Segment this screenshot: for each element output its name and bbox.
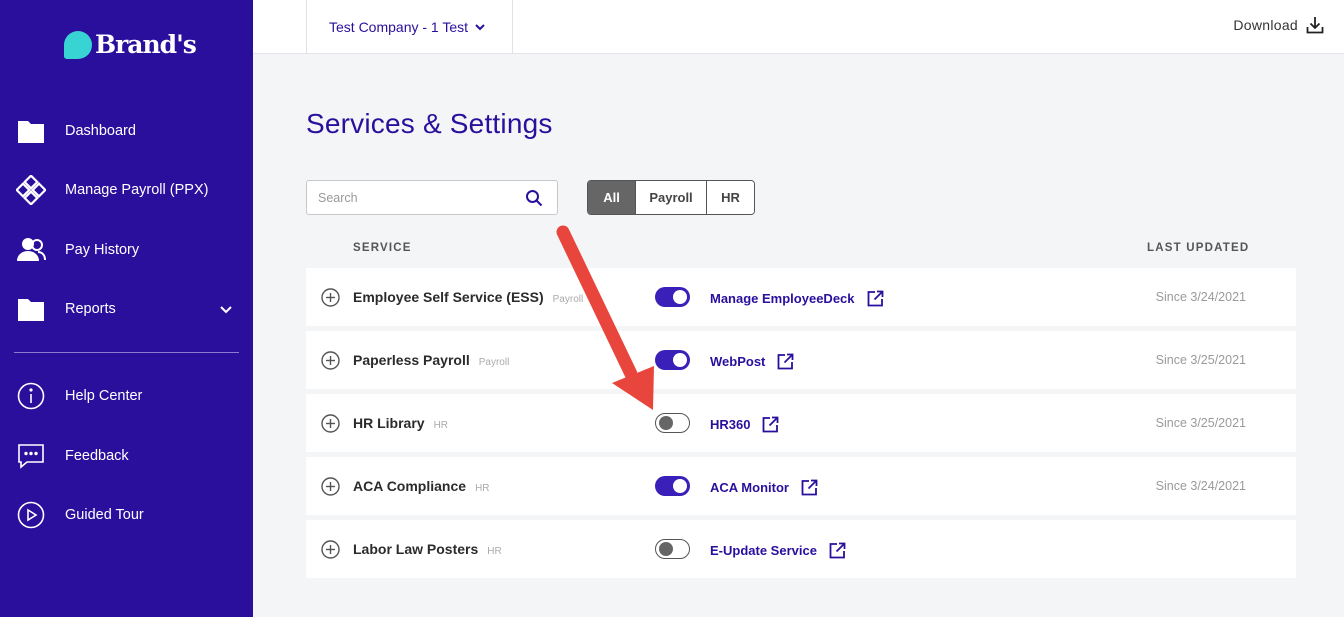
service-category-tag: HR	[487, 546, 502, 557]
expand-plus-icon[interactable]	[321, 351, 340, 370]
service-toggle[interactable]	[655, 476, 690, 496]
service-category-tag: Payroll	[552, 294, 584, 305]
last-updated-date: Since 3/24/2021	[1155, 479, 1246, 493]
service-row: HR Library HR HR360 Since 3/25/2021	[306, 394, 1296, 452]
sidebar-item-label: Pay History	[65, 242, 140, 258]
filter-payroll-button[interactable]: Payroll	[635, 181, 706, 214]
download-icon	[1306, 16, 1324, 34]
sidebar: Brand's Dashboard Manage Payroll (PPX) P…	[0, 0, 253, 617]
info-circle-icon	[16, 381, 46, 411]
top-bar: Test Company - 1 Test Download	[253, 0, 1344, 54]
sidebar-item-label: Guided Tour	[65, 507, 144, 523]
company-selector[interactable]: Test Company - 1 Test	[306, 0, 513, 54]
sidebar-item-label: Help Center	[65, 388, 143, 404]
sidebar-item-reports[interactable]: Reports	[0, 289, 253, 329]
service-name: HR Library HR	[353, 415, 449, 431]
brand-name: Brand's	[95, 30, 197, 59]
sidebar-item-feedback[interactable]: Feedback	[0, 436, 253, 476]
download-button[interactable]: Download	[1233, 16, 1324, 34]
people-icon	[16, 235, 46, 265]
sidebar-item-label: Dashboard	[65, 123, 136, 139]
external-link-icon	[829, 542, 846, 559]
expand-plus-icon[interactable]	[321, 414, 340, 433]
logo-bubble-icon	[64, 30, 92, 59]
last-updated-date: Since 3/25/2021	[1155, 416, 1246, 430]
sidebar-divider	[14, 352, 239, 353]
chevron-down-icon	[474, 21, 486, 33]
service-link[interactable]: ACA Monitor	[710, 479, 818, 496]
brand-logo[interactable]: Brand's	[64, 30, 197, 59]
download-label: Download	[1233, 17, 1298, 33]
service-link[interactable]: WebPost	[710, 353, 794, 370]
external-link-icon	[801, 479, 818, 496]
service-name: Labor Law Posters HR	[353, 541, 502, 557]
service-link[interactable]: E-Update Service	[710, 542, 846, 559]
page-title: Services & Settings	[306, 108, 553, 139]
service-row: Employee Self Service (ESS) Payroll Manag…	[306, 268, 1296, 326]
search-box	[306, 180, 558, 215]
search-icon[interactable]	[525, 189, 543, 207]
service-category-tag: HR	[433, 420, 449, 431]
service-name: Employee Self Service (ESS) Payroll	[353, 289, 584, 305]
filter-segmented-control: All Payroll HR	[587, 180, 755, 215]
external-link-icon	[777, 353, 794, 370]
expand-plus-icon[interactable]	[321, 540, 340, 559]
play-circle-icon	[16, 500, 46, 530]
service-category-tag: HR	[475, 483, 490, 494]
service-row: ACA Compliance HR ACA Monitor Since 3/24/…	[306, 457, 1296, 515]
service-toggle[interactable]	[655, 539, 690, 559]
column-header-last-updated: LAST UPDATED	[1147, 242, 1250, 254]
filter-hr-button[interactable]: HR	[706, 181, 754, 214]
expand-plus-icon[interactable]	[321, 288, 340, 307]
sidebar-item-help-center[interactable]: Help Center	[0, 376, 253, 416]
folder-icon	[16, 294, 46, 324]
sidebar-item-label: Reports	[65, 301, 116, 317]
service-link[interactable]: HR360	[710, 416, 779, 433]
sidebar-item-manage-payroll[interactable]: Manage Payroll (PPX)	[0, 170, 253, 210]
sidebar-item-label: Feedback	[65, 448, 129, 464]
expand-plus-icon[interactable]	[321, 477, 340, 496]
last-updated-date: Since 3/25/2021	[1155, 353, 1246, 367]
folder-icon	[16, 116, 46, 146]
sidebar-item-pay-history[interactable]: Pay History	[0, 230, 253, 270]
chat-bubble-icon	[16, 441, 46, 471]
chevron-down-icon[interactable]	[219, 302, 233, 316]
service-toggle[interactable]	[655, 413, 690, 433]
company-name: Test Company - 1 Test	[329, 19, 469, 35]
service-link[interactable]: Manage EmployeeDeck	[710, 290, 884, 307]
sidebar-item-dashboard[interactable]: Dashboard	[0, 111, 253, 151]
sidebar-item-label: Manage Payroll (PPX)	[65, 182, 209, 198]
sidebar-item-guided-tour[interactable]: Guided Tour	[0, 495, 253, 535]
service-name: Paperless Payroll Payroll	[353, 352, 510, 368]
filter-all-button[interactable]: All	[588, 181, 635, 214]
service-name: ACA Compliance HR	[353, 478, 490, 494]
search-input[interactable]	[318, 181, 518, 214]
service-row: Labor Law Posters HR E-Update Service	[306, 520, 1296, 578]
service-toggle[interactable]	[655, 350, 690, 370]
external-link-icon	[762, 416, 779, 433]
service-row: Paperless Payroll Payroll WebPost Since 3…	[306, 331, 1296, 389]
column-header-service: SERVICE	[353, 242, 412, 254]
service-toggle[interactable]	[655, 287, 690, 307]
service-category-tag: Payroll	[478, 357, 510, 368]
external-link-icon	[867, 290, 884, 307]
payroll-diamond-icon	[16, 175, 46, 205]
last-updated-date: Since 3/24/2021	[1155, 290, 1246, 304]
